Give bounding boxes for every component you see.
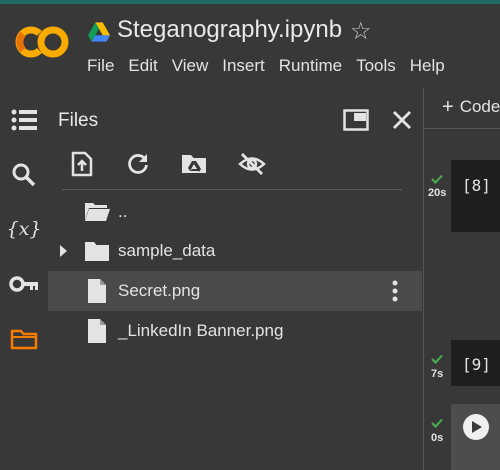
file-row-parent[interactable]: .. xyxy=(48,192,422,232)
file-row[interactable]: _LinkedIn Banner.png xyxy=(48,311,422,351)
open-in-tab-icon xyxy=(343,109,369,131)
menu-edit[interactable]: Edit xyxy=(121,54,164,78)
variables-icon: {x} xyxy=(6,218,42,240)
file-label: .. xyxy=(118,202,128,221)
files-button[interactable] xyxy=(6,321,42,357)
add-code-label: Code xyxy=(459,97,500,116)
folder-icon xyxy=(85,242,109,261)
file-label: sample_data xyxy=(118,241,216,260)
menu-file[interactable]: File xyxy=(80,54,121,78)
google-drive-icon xyxy=(88,22,110,42)
file-row-folder[interactable]: sample_data xyxy=(48,231,422,271)
header: Steganography.ipynb ☆ File Edit View Ins… xyxy=(0,4,500,88)
refresh-icon xyxy=(128,154,148,174)
panel-separator[interactable] xyxy=(423,88,424,470)
file-icon xyxy=(88,319,106,343)
search-icon xyxy=(12,163,36,187)
files-folder-icon xyxy=(10,329,38,350)
upload-file-icon xyxy=(71,151,93,177)
hide-files-icon xyxy=(238,153,266,175)
colab-logo[interactable] xyxy=(14,22,70,62)
plus-icon: + xyxy=(442,95,454,118)
notebook-title[interactable]: Steganography.ipynb xyxy=(117,16,342,44)
mount-drive-icon xyxy=(182,155,206,173)
mount-drive-button[interactable] xyxy=(176,146,212,182)
variables-button[interactable]: {x} xyxy=(6,211,42,247)
left-rail: {x} xyxy=(0,96,48,470)
menu-view[interactable]: View xyxy=(165,54,216,78)
menu-runtime[interactable]: Runtime xyxy=(272,54,349,78)
check-icon xyxy=(431,418,443,428)
execution-time: 20s xyxy=(428,187,447,199)
upload-button[interactable] xyxy=(64,146,100,182)
run-cell-button[interactable] xyxy=(463,414,489,440)
more-options-icon[interactable] xyxy=(386,279,404,303)
check-icon xyxy=(431,354,443,364)
toolbar-separator xyxy=(424,128,500,129)
table-of-contents-icon xyxy=(11,109,37,131)
star-icon[interactable]: ☆ xyxy=(350,17,372,46)
close-panel-button[interactable] xyxy=(386,104,418,136)
execution-time: 7s xyxy=(431,368,444,380)
play-icon xyxy=(472,421,482,433)
toggle-hidden-files-button[interactable] xyxy=(234,146,270,182)
execution-count: [8] xyxy=(462,176,491,195)
close-icon xyxy=(393,111,411,129)
table-of-contents-button[interactable] xyxy=(6,102,42,138)
code-cell[interactable] xyxy=(451,160,500,232)
add-code-cell-button[interactable]: + Code xyxy=(430,92,500,122)
file-icon xyxy=(88,279,106,303)
secrets-button[interactable] xyxy=(6,266,42,302)
menu-help[interactable]: Help xyxy=(403,54,452,78)
expand-arrow-icon[interactable] xyxy=(60,245,67,257)
files-panel: Files .. sample_data Secret.png _LinkedI… xyxy=(48,96,422,470)
file-label: _LinkedIn Banner.png xyxy=(118,321,284,340)
check-icon xyxy=(431,174,443,184)
secrets-key-icon xyxy=(9,276,38,292)
menu-tools[interactable]: Tools xyxy=(349,54,403,78)
search-button[interactable] xyxy=(6,157,42,193)
colab-window: Steganography.ipynb ☆ File Edit View Ins… xyxy=(0,0,500,470)
refresh-button[interactable] xyxy=(120,146,156,182)
execution-count: [9] xyxy=(462,355,491,374)
files-panel-title: Files xyxy=(58,110,99,131)
execution-time: 0s xyxy=(431,432,444,444)
toolbar-divider xyxy=(62,189,402,190)
file-row-selected[interactable]: Secret.png xyxy=(48,271,422,311)
menu-bar: File Edit View Insert Runtime Tools Help xyxy=(80,54,452,78)
file-label: Secret.png xyxy=(118,281,201,300)
folder-open-icon xyxy=(85,203,110,221)
move-to-tab-button[interactable] xyxy=(340,104,372,136)
menu-insert[interactable]: Insert xyxy=(215,54,272,78)
